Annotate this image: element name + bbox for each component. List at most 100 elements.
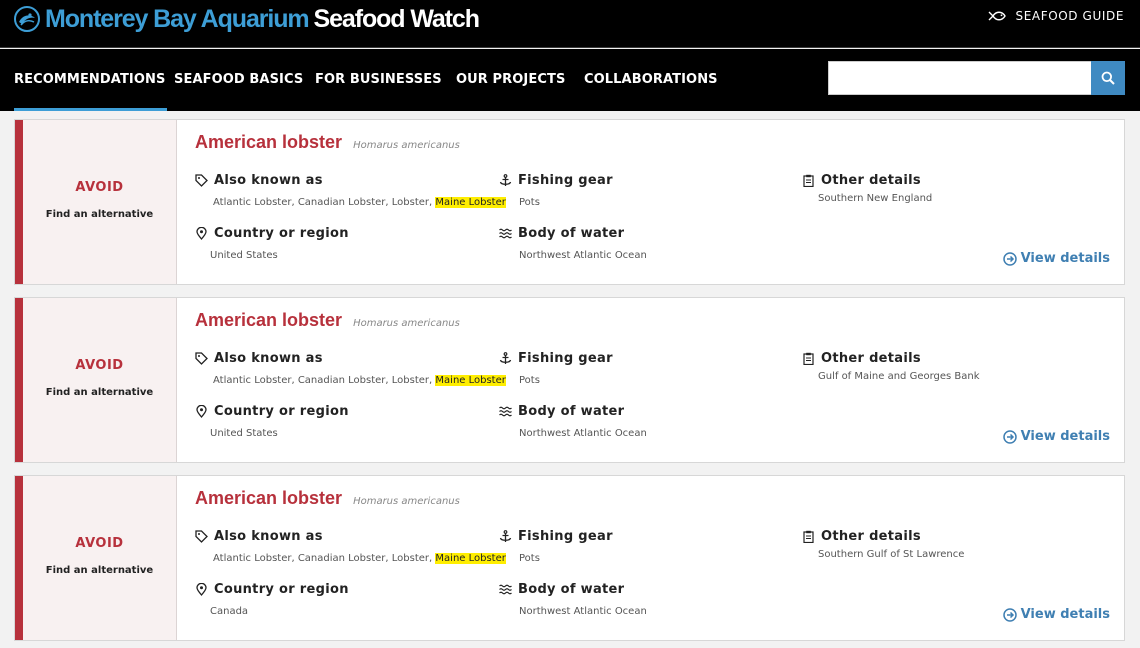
- view-details-label: View details: [1020, 607, 1110, 622]
- clipboard-icon: [803, 174, 814, 187]
- search-input[interactable]: [828, 61, 1092, 95]
- aka-text: Atlantic Lobster, Canadian Lobster, Lobs…: [213, 197, 433, 208]
- seafood-guide-link[interactable]: SEAFOOD GUIDE: [988, 9, 1125, 23]
- tag-icon: [195, 173, 208, 187]
- location-pin-icon: [196, 226, 207, 240]
- nav-seafood-basics[interactable]: SEAFOOD BASICS: [174, 49, 303, 111]
- field-country: Country or region United States: [195, 403, 349, 439]
- body-of-water-label: Body of water: [518, 403, 625, 419]
- field-also-known-as: Also known as Atlantic Lobster, Canadian…: [195, 528, 506, 564]
- rating-panel: AVOID Find an alternative: [15, 298, 177, 462]
- field-also-known-as: Also known as Atlantic Lobster, Canadian…: [195, 172, 506, 208]
- recommendation-card: AVOID Find an alternative American lobst…: [14, 119, 1125, 285]
- country-value: United States: [210, 428, 278, 439]
- fishing-gear-label: Fishing gear: [518, 528, 613, 544]
- anchor-icon: [499, 173, 512, 186]
- card-title: American lobster Homarus americanus: [195, 310, 460, 331]
- aka-value: Atlantic Lobster, Canadian Lobster, Lobs…: [213, 553, 506, 564]
- aka-text: Atlantic Lobster, Canadian Lobster, Lobs…: [213, 553, 433, 564]
- waves-icon: [499, 228, 512, 238]
- fish-icon: [988, 11, 1006, 21]
- rating-note: Find an alternative: [45, 209, 154, 220]
- other-details-label: Other details: [821, 172, 921, 188]
- aquarium-logo-icon: [14, 6, 40, 32]
- field-other-details: Other details Southern Gulf of St Lawren…: [802, 528, 964, 560]
- rating-note: Find an alternative: [45, 565, 154, 576]
- search-icon: [1101, 71, 1115, 85]
- aka-value: Atlantic Lobster, Canadian Lobster, Lobs…: [213, 375, 506, 386]
- aka-label: Also known as: [214, 350, 323, 366]
- country-label: Country or region: [214, 225, 349, 241]
- scientific-name: Homarus americanus: [353, 496, 460, 507]
- field-other-details: Other details Southern New England: [802, 172, 932, 204]
- view-details-link[interactable]: View details: [1002, 607, 1110, 622]
- body-of-water-value: Northwest Atlantic Ocean: [519, 250, 647, 261]
- view-details-link[interactable]: View details: [1002, 251, 1110, 266]
- tag-icon: [195, 529, 208, 543]
- country-value: Canada: [210, 606, 249, 617]
- other-details-value: Southern New England: [818, 193, 933, 204]
- rating-label: AVOID: [75, 358, 124, 373]
- location-pin-icon: [196, 582, 207, 596]
- search-button[interactable]: [1091, 61, 1125, 95]
- clipboard-icon: [803, 530, 814, 543]
- location-pin-icon: [196, 404, 207, 418]
- fishing-gear-value: Pots: [519, 197, 540, 208]
- nav-recommendations[interactable]: RECOMMENDATIONS: [14, 49, 168, 111]
- nav-our-projects[interactable]: OUR PROJECTS: [456, 49, 565, 111]
- recommendation-card: AVOID Find an alternative American lobst…: [14, 297, 1125, 463]
- common-name[interactable]: American lobster: [195, 488, 342, 509]
- anchor-icon: [499, 529, 512, 542]
- nav-for-businesses[interactable]: FOR BUSINESSES: [315, 49, 442, 111]
- view-details-label: View details: [1020, 251, 1110, 266]
- tag-icon: [195, 351, 208, 365]
- scientific-name: Homarus americanus: [353, 140, 460, 151]
- view-details-link[interactable]: View details: [1002, 429, 1110, 444]
- field-body-of-water: Body of water Northwest Atlantic Ocean: [499, 403, 647, 439]
- aka-highlight: Maine Lobster: [435, 553, 506, 564]
- field-body-of-water: Body of water Northwest Atlantic Ocean: [499, 581, 647, 617]
- field-other-details: Other details Gulf of Maine and Georges …: [802, 350, 980, 382]
- field-body-of-water: Body of water Northwest Atlantic Ocean: [499, 225, 647, 261]
- logo-text-seafood-watch: Seafood Watch: [313, 4, 480, 33]
- site-logo[interactable]: Monterey Bay Aquarium Seafood Watch: [14, 4, 480, 34]
- aka-value: Atlantic Lobster, Canadian Lobster, Lobs…: [213, 197, 506, 208]
- other-details-value: Southern Gulf of St Lawrence: [818, 549, 965, 560]
- country-value: United States: [210, 250, 278, 261]
- aka-text: Atlantic Lobster, Canadian Lobster, Lobs…: [213, 375, 433, 386]
- nav-collaborations[interactable]: COLLABORATIONS: [584, 49, 718, 111]
- common-name[interactable]: American lobster: [195, 132, 342, 153]
- country-label: Country or region: [214, 581, 349, 597]
- rating-panel: AVOID Find an alternative: [15, 120, 177, 284]
- logo-text-aquarium: Monterey Bay Aquarium: [45, 4, 310, 33]
- body-of-water-label: Body of water: [518, 581, 625, 597]
- card-title: American lobster Homarus americanus: [195, 132, 460, 153]
- body-of-water-value: Northwest Atlantic Ocean: [519, 428, 647, 439]
- rating-label: AVOID: [75, 536, 124, 551]
- aka-label: Also known as: [214, 172, 323, 188]
- waves-icon: [499, 406, 512, 416]
- scientific-name: Homarus americanus: [353, 318, 460, 329]
- field-country: Country or region United States: [195, 225, 349, 261]
- aka-highlight: Maine Lobster: [435, 375, 506, 386]
- waves-icon: [499, 584, 512, 594]
- fishing-gear-value: Pots: [519, 375, 540, 386]
- field-fishing-gear: Fishing gear Pots: [499, 528, 613, 564]
- clipboard-icon: [803, 352, 814, 365]
- main-nav: RECOMMENDATIONS SEAFOOD BASICS FOR BUSIN…: [0, 49, 1140, 111]
- field-also-known-as: Also known as Atlantic Lobster, Canadian…: [195, 350, 506, 386]
- seafood-guide-label: SEAFOOD GUIDE: [1015, 9, 1124, 23]
- anchor-icon: [499, 351, 512, 364]
- aka-label: Also known as: [214, 528, 323, 544]
- fishing-gear-value: Pots: [519, 553, 540, 564]
- body-of-water-value: Northwest Atlantic Ocean: [519, 606, 647, 617]
- arrow-circle-right-icon: [1002, 251, 1017, 266]
- field-country: Country or region Canada: [195, 581, 349, 617]
- common-name[interactable]: American lobster: [195, 310, 342, 331]
- aka-highlight: Maine Lobster: [435, 197, 506, 208]
- fishing-gear-label: Fishing gear: [518, 350, 613, 366]
- field-fishing-gear: Fishing gear Pots: [499, 172, 613, 208]
- card-title: American lobster Homarus americanus: [195, 488, 460, 509]
- country-label: Country or region: [214, 403, 349, 419]
- recommendation-list: AVOID Find an alternative American lobst…: [14, 119, 1125, 648]
